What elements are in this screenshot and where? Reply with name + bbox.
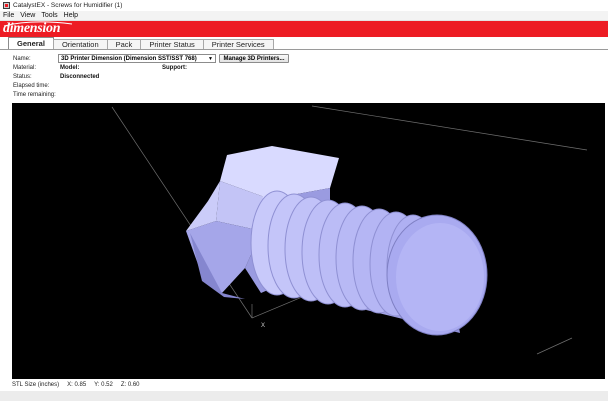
dimension-logo: dimension [3, 21, 61, 36]
material-label: Material: [13, 65, 37, 71]
status-label: Status: [13, 74, 32, 80]
window-title: CatalystEX - Screws for Humidifier (1) [13, 2, 123, 9]
name-label: Name: [13, 56, 31, 62]
x-axis-label: X [261, 323, 265, 329]
stl-size-z: Z: 0.60 [120, 382, 140, 388]
screw-end-face [386, 214, 488, 336]
tab-printer-status[interactable]: Printer Status [140, 39, 204, 49]
model-label: Model: [60, 65, 80, 71]
model-viewport[interactable]: X [12, 103, 605, 379]
catalystex-app-icon [3, 2, 10, 9]
menu-tools[interactable]: Tools [41, 12, 57, 19]
menu-help[interactable]: Help [64, 12, 78, 19]
stl-size-x: X: 0.85 [67, 382, 87, 388]
window-bottom-edge [0, 391, 608, 401]
time-remaining-label: Time remaining: [13, 92, 56, 98]
menu-bar: File View Tools Help [0, 11, 608, 21]
stl-size-y: Y: 0.52 [94, 382, 113, 388]
manage-printers-button[interactable]: Manage 3D Printers... [219, 54, 289, 63]
status-value: Disconnected [60, 74, 100, 80]
screw-render: X [111, 105, 588, 355]
menu-view[interactable]: View [20, 12, 35, 19]
elapsed-time-label: Elapsed time: [13, 83, 50, 89]
tab-bar: General Orientation Pack Printer Status … [0, 37, 608, 50]
tab-pack[interactable]: Pack [106, 39, 142, 49]
brand-banner: dimension [0, 21, 608, 37]
printer-name-select[interactable]: 3D Printer Dimension (Dimension SST/SST … [58, 54, 216, 63]
stl-size-label: STL Size (inches) [12, 382, 60, 388]
chevron-down-icon[interactable]: ▼ [208, 56, 213, 62]
printer-name-value: 3D Printer Dimension (Dimension SST/SST … [61, 55, 197, 62]
tab-printer-services[interactable]: Printer Services [202, 39, 274, 49]
printer-info-panel: Name: 3D Printer Dimension (Dimension SS… [0, 51, 608, 103]
tab-general[interactable]: General [8, 37, 54, 49]
tab-orientation[interactable]: Orientation [52, 39, 108, 49]
support-label: Support: [162, 65, 187, 71]
status-bar: STL Size (inches) X: 0.85 Y: 0.52 Z: 0.6… [0, 379, 608, 391]
title-bar: CatalystEX - Screws for Humidifier (1) [0, 0, 608, 11]
menu-file[interactable]: File [3, 12, 14, 19]
